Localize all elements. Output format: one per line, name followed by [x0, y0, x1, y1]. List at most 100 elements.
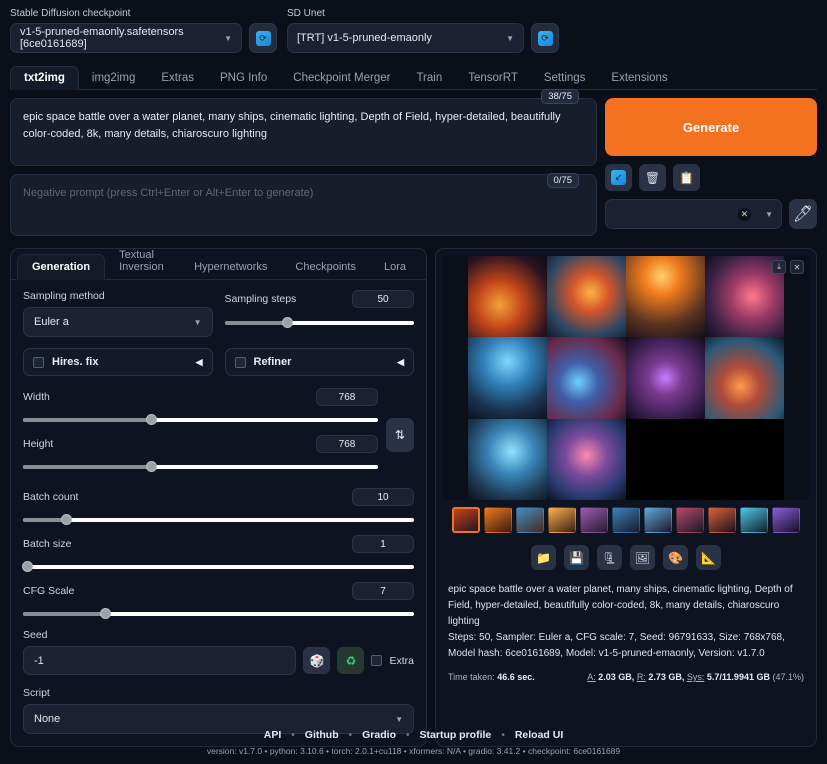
gallery-image[interactable] — [547, 256, 626, 337]
checkpoint-group: Stable Diffusion checkpoint v1-5-pruned-… — [10, 8, 277, 53]
download-image-button[interactable]: ⤓ — [772, 260, 786, 274]
show-extra-networks-button[interactable]: 📋 — [673, 164, 700, 191]
script-value: None — [34, 713, 60, 725]
dice-icon: 🎲 — [310, 654, 325, 668]
footer-link-github[interactable]: Github — [305, 729, 339, 741]
open-folder-button[interactable]: 📁 — [531, 545, 556, 570]
thumbnail-item[interactable] — [452, 507, 480, 533]
tab-extensions[interactable]: Extensions — [598, 67, 680, 89]
thumbnail-item[interactable] — [772, 507, 800, 533]
footer-link-api[interactable]: API — [264, 729, 282, 741]
random-seed-button[interactable]: 🎲 — [303, 647, 330, 674]
gallery-image[interactable] — [547, 337, 626, 418]
footer-link-startup-profile[interactable]: Startup profile — [420, 729, 492, 741]
footer-link-gradio[interactable]: Gradio — [362, 729, 396, 741]
generate-button[interactable]: Generate — [605, 98, 817, 156]
thumbnail-item[interactable] — [644, 507, 672, 533]
edit-styles-button[interactable]: 🖊 — [789, 199, 817, 229]
seed-input[interactable]: -1 — [23, 646, 296, 675]
tab-png-info[interactable]: PNG Info — [207, 67, 280, 89]
batch-size-slider[interactable] — [23, 560, 414, 574]
styles-select[interactable]: ✕ ▼ — [605, 199, 782, 229]
gallery-image[interactable] — [705, 337, 784, 418]
sampling-steps-value[interactable]: 50 — [352, 290, 414, 308]
swap-dimensions-button[interactable]: ⇅ — [386, 418, 414, 452]
sampling-steps-slider[interactable] — [225, 316, 415, 330]
mem-sys-value: 5.7/11.9941 GB — [707, 672, 770, 682]
tab-train[interactable]: Train — [403, 67, 455, 89]
gallery-image[interactable] — [468, 337, 547, 418]
extra-checkbox[interactable] — [371, 655, 382, 666]
tab-settings[interactable]: Settings — [531, 67, 599, 89]
tab-txt2img[interactable]: txt2img — [10, 66, 79, 90]
thumbnail-item[interactable] — [484, 507, 512, 533]
sampling-steps-label: Sampling steps — [225, 293, 297, 305]
hires-fix-accordion[interactable]: Hires. fix ◀ — [23, 348, 213, 376]
refresh-icon: ⟳ — [538, 31, 553, 46]
refiner-checkbox[interactable] — [235, 357, 246, 368]
send-to-extras-button[interactable]: 📐 — [696, 545, 721, 570]
thumbnail-strip — [436, 507, 816, 533]
close-gallery-button[interactable]: ✕ — [790, 260, 804, 274]
batch-count-slider[interactable] — [23, 513, 414, 527]
negative-prompt-input[interactable]: Negative prompt (press Ctrl+Enter or Alt… — [10, 174, 597, 236]
thumbnail-item[interactable] — [548, 507, 576, 533]
save-zip-button[interactable]: 🗜 — [597, 545, 622, 570]
footer-version: version: v1.7.0 • python: 3.10.6 • torch… — [0, 746, 827, 756]
gallery-image[interactable] — [468, 419, 547, 500]
subtab-checkpoints[interactable]: Checkpoints — [281, 255, 370, 279]
width-value[interactable]: 768 — [316, 388, 378, 406]
folder-icon: 📁 — [536, 551, 551, 565]
gallery-tools: ⤓ ✕ — [772, 260, 804, 274]
subtab-textual-inversion[interactable]: Textual Inversion — [105, 243, 180, 279]
reuse-seed-button[interactable]: ♻ — [337, 647, 364, 674]
sampling-method-label: Sampling method — [23, 290, 213, 302]
batch-size-value[interactable]: 1 — [352, 535, 414, 553]
tab-img2img[interactable]: img2img — [79, 67, 148, 89]
read-generation-params-button[interactable]: ↙ — [605, 164, 632, 191]
thumbnail-item[interactable] — [580, 507, 608, 533]
cfg-scale-slider[interactable] — [23, 607, 414, 621]
quick-action-buttons: ↙ 🗑 📋 — [605, 164, 817, 191]
width-slider[interactable] — [23, 413, 378, 427]
height-value[interactable]: 768 — [316, 435, 378, 453]
gallery-image[interactable] — [468, 256, 547, 337]
batch-count-value[interactable]: 10 — [352, 488, 414, 506]
cfg-scale-value[interactable]: 7 — [352, 582, 414, 600]
sampling-method-select[interactable]: Euler a ▼ — [23, 307, 213, 337]
subtab-lora[interactable]: Lora — [370, 255, 420, 279]
send-to-inpaint-button[interactable]: 🎨 — [663, 545, 688, 570]
refresh-unet-button[interactable]: ⟳ — [531, 23, 559, 53]
chevron-down-icon: ▼ — [194, 318, 202, 327]
generation-prompt-text: epic space battle over a water planet, m… — [448, 582, 804, 630]
footer-link-reload-ui[interactable]: Reload UI — [515, 729, 563, 741]
refiner-accordion[interactable]: Refiner ◀ — [225, 348, 415, 376]
cfg-scale-label: CFG Scale — [23, 585, 74, 597]
tab-extras[interactable]: Extras — [148, 67, 207, 89]
unet-select[interactable]: [TRT] v1-5-pruned-emaonly ▼ — [287, 23, 524, 53]
hires-fix-checkbox[interactable] — [33, 357, 44, 368]
positive-prompt-input[interactable]: epic space battle over a water planet, m… — [10, 98, 597, 166]
clear-circle-icon[interactable]: ✕ — [738, 208, 751, 221]
gallery-image[interactable] — [626, 337, 705, 418]
subtab-generation[interactable]: Generation — [17, 254, 105, 280]
image-gallery[interactable]: ⤓ ✕ — [443, 256, 809, 500]
gallery-image[interactable] — [626, 256, 705, 337]
thumbnail-item[interactable] — [740, 507, 768, 533]
tab-tensorrt[interactable]: TensorRT — [455, 67, 531, 89]
gallery-image[interactable] — [547, 419, 626, 500]
checkpoint-select[interactable]: v1-5-pruned-emaonly.safetensors [6ce0161… — [10, 23, 242, 53]
thumbnail-item[interactable] — [676, 507, 704, 533]
tab-checkpoint-merger[interactable]: Checkpoint Merger — [280, 67, 403, 89]
save-button[interactable]: 💾 — [564, 545, 589, 570]
height-slider[interactable] — [23, 460, 378, 474]
send-to-img2img-button[interactable]: 🖼 — [630, 545, 655, 570]
clear-prompt-button[interactable]: 🗑 — [639, 164, 666, 191]
refresh-checkpoint-button[interactable]: ⟳ — [249, 23, 277, 53]
subtab-hypernetworks[interactable]: Hypernetworks — [180, 255, 281, 279]
time-value: 46.6 sec. — [497, 672, 535, 682]
sampling-steps-group: Sampling steps 50 — [225, 290, 415, 338]
thumbnail-item[interactable] — [516, 507, 544, 533]
thumbnail-item[interactable] — [612, 507, 640, 533]
thumbnail-item[interactable] — [708, 507, 736, 533]
